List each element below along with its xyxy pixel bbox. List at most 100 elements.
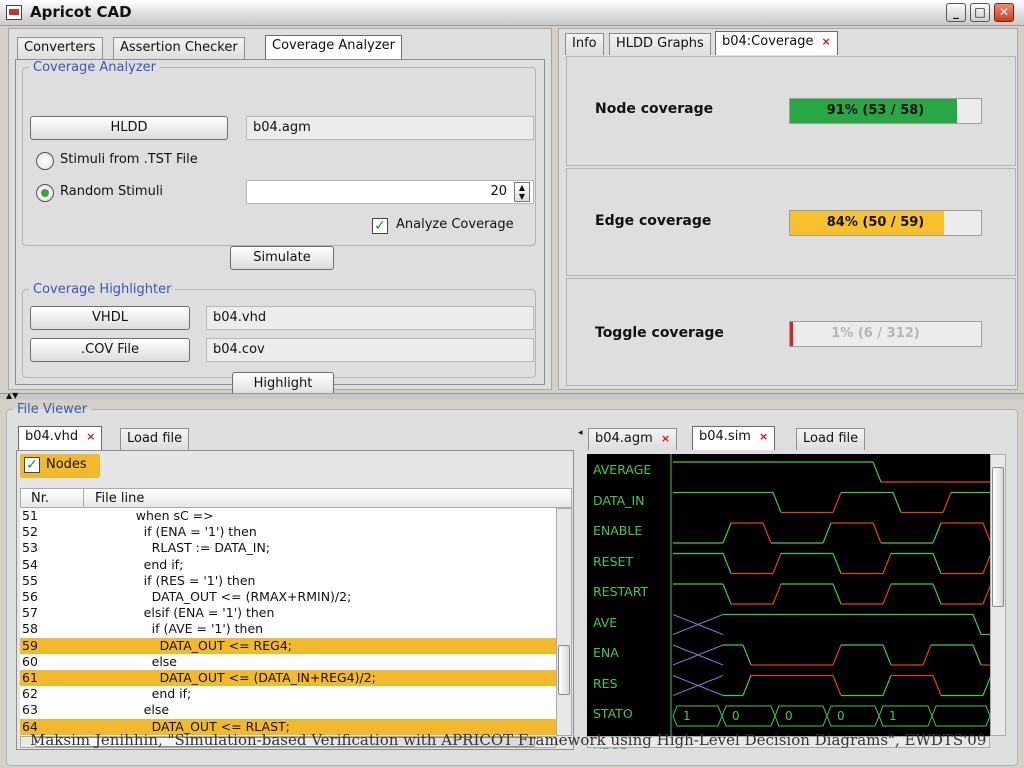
signal-label[interactable]: AVERAGE xyxy=(593,462,651,477)
coverage-highlighter-legend: Coverage Highlighter xyxy=(33,282,172,297)
column-nr[interactable]: Nr. xyxy=(31,491,49,506)
tab-load-file-right[interactable]: Load file xyxy=(796,428,866,450)
signal-label[interactable]: RESET xyxy=(593,554,633,569)
horizontal-splitter[interactable] xyxy=(0,393,1024,399)
left-panel: Converters Assertion Checker Coverage An… xyxy=(8,28,552,396)
waveform-segment xyxy=(722,583,732,605)
pane-divider-arrow-icon[interactable]: ◂ xyxy=(578,428,583,438)
close-vhd-tab-icon[interactable]: × xyxy=(86,430,95,443)
column-file-line[interactable]: File line xyxy=(95,491,144,506)
signal-label[interactable]: ENA xyxy=(593,645,619,660)
code-line[interactable]: 58 if (AVE = '1') then xyxy=(20,621,556,637)
code-line[interactable]: 57 elsif (ENA = '1') then xyxy=(20,605,556,621)
waveform-segment xyxy=(742,644,752,666)
waveform-segment xyxy=(932,675,942,696)
code-line[interactable]: 62 end if; xyxy=(20,686,556,702)
vhdl-button[interactable]: VHDL xyxy=(30,306,190,330)
title-bar: Apricot CAD _ □ ✕ xyxy=(0,0,1024,26)
close-tab-icon[interactable]: × xyxy=(821,35,830,48)
waveform-segment xyxy=(832,644,842,666)
code-line-text: elsif (ENA = '1') then xyxy=(96,605,275,621)
stimuli-file-radio[interactable] xyxy=(36,152,54,170)
waveform-segment xyxy=(972,614,982,635)
code-line[interactable]: 63 else xyxy=(20,702,556,718)
hldd-file-field[interactable]: b04.agm xyxy=(246,116,534,140)
signal-label[interactable]: RES xyxy=(593,676,618,691)
bus-segment xyxy=(672,705,723,727)
waveform-segment xyxy=(832,675,842,696)
tab-b04-sim[interactable]: b04.sim × xyxy=(692,426,776,450)
tab-coverage-analyzer[interactable]: Coverage Analyzer xyxy=(265,35,402,59)
close-agm-tab-icon[interactable]: × xyxy=(661,432,670,445)
wave-vertical-scrollbar[interactable] xyxy=(990,454,1006,736)
tab-converters[interactable]: Converters xyxy=(17,37,103,59)
waveform-segment xyxy=(772,492,782,513)
code-line-text: end if; xyxy=(96,686,192,702)
tab-b04-agm-label: b04.agm xyxy=(595,431,653,446)
code-scroll-thumb[interactable] xyxy=(558,645,570,695)
code-line[interactable]: 61 DATA_OUT <= (DATA_IN+REG4)/2; xyxy=(20,670,556,687)
waveform-segment xyxy=(872,522,882,544)
bus-segment xyxy=(721,705,776,727)
tab-b04-vhd[interactable]: b04.vhd × xyxy=(18,426,103,450)
maximize-button[interactable]: □ xyxy=(970,3,990,22)
tab-hldd-graphs[interactable]: HLDD Graphs xyxy=(609,33,711,55)
vhdl-file-field[interactable]: b04.vhd xyxy=(206,306,534,330)
bus-segment xyxy=(931,705,990,727)
code-line-number: 59 xyxy=(22,637,38,653)
wave-scroll-thumb[interactable] xyxy=(992,467,1004,607)
bus-value-label: 0 xyxy=(785,709,793,723)
code-line[interactable]: 56 DATA_OUT <= (RMAX+RMIN)/2; xyxy=(20,589,556,605)
code-line-text: DATA_OUT <= REG4; xyxy=(96,637,292,653)
nodes-checkbox[interactable]: ✓ xyxy=(24,457,40,473)
analyze-coverage-checkbox[interactable]: ✓ xyxy=(372,218,388,234)
code-line[interactable]: 53 RLAST := DATA_IN; xyxy=(20,540,556,556)
bus-segment xyxy=(826,705,880,727)
signal-label[interactable]: STATO xyxy=(593,706,633,721)
tab-b04-coverage[interactable]: b04:Coverage × xyxy=(715,31,838,55)
waveform-segment xyxy=(932,583,942,605)
tab-assertion-checker[interactable]: Assertion Checker xyxy=(113,37,245,59)
random-stimuli-radio[interactable] xyxy=(36,184,54,202)
tab-load-file-left[interactable]: Load file xyxy=(120,428,190,450)
toggle-coverage-row: Toggle coverage 1% (6 / 312) xyxy=(566,278,1016,386)
code-line[interactable]: 59 DATA_OUT <= REG4; xyxy=(20,637,556,654)
random-count-spinner[interactable]: 20 xyxy=(246,180,534,204)
code-line-text: DATA_OUT <= (DATA_IN+REG4)/2; xyxy=(96,670,376,685)
close-button[interactable]: ✕ xyxy=(994,3,1014,22)
bus-segment xyxy=(774,705,828,727)
waveform-segment xyxy=(932,522,942,544)
code-line-text: else xyxy=(96,702,170,718)
code-line[interactable]: 55 if (RES = '1') then xyxy=(20,573,556,589)
file-viewer-legend: File Viewer xyxy=(17,402,88,417)
code-line-number: 53 xyxy=(22,540,38,556)
code-line[interactable]: 54 end if; xyxy=(20,557,556,573)
code-line[interactable]: 60 else xyxy=(20,654,556,670)
close-sim-tab-icon[interactable]: × xyxy=(759,430,768,443)
tab-b04-vhd-label: b04.vhd xyxy=(25,429,79,444)
cov-file-button[interactable]: .COV File xyxy=(30,338,190,362)
waveform-segment xyxy=(772,553,782,574)
signal-label[interactable]: ENABLE xyxy=(593,523,642,538)
tab-b04-sim-label: b04.sim xyxy=(699,429,751,444)
signal-label[interactable]: RESTART xyxy=(593,584,648,599)
waveform-segment xyxy=(892,492,902,513)
simulate-button[interactable]: Simulate xyxy=(230,246,334,270)
splitter-arrows-icon[interactable]: ▲▼ xyxy=(6,392,18,400)
bus-segment xyxy=(878,705,933,727)
nodes-toggle[interactable]: ✓ Nodes xyxy=(20,454,100,478)
waveform-segment xyxy=(882,675,892,696)
code-vertical-scrollbar[interactable] xyxy=(556,508,572,736)
hldd-button[interactable]: HLDD xyxy=(30,116,228,140)
signal-label[interactable]: AVE xyxy=(593,615,617,630)
tab-info[interactable]: Info xyxy=(565,33,604,55)
signal-label[interactable]: DATA_IN xyxy=(593,493,645,508)
spinner-arrows-icon[interactable]: ▲ ▼ xyxy=(514,182,530,202)
code-line-number: 60 xyxy=(22,653,38,669)
code-line[interactable]: 51 when sC => xyxy=(20,508,556,524)
minimize-button[interactable]: _ xyxy=(946,3,966,22)
code-line[interactable]: 52 if (ENA = '1') then xyxy=(20,524,556,540)
cov-file-field[interactable]: b04.cov xyxy=(206,338,534,362)
tab-b04-agm[interactable]: b04.agm × xyxy=(588,428,678,450)
bus-value-label: 0 xyxy=(732,709,740,723)
